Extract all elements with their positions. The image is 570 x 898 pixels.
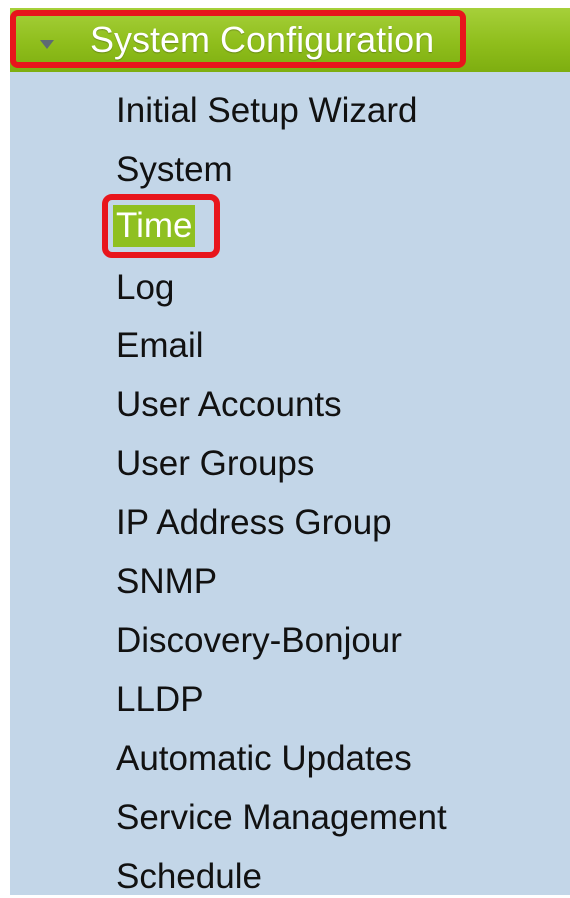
menu-item-automatic-updates[interactable]: Automatic Updates	[116, 738, 412, 780]
menu-item-system[interactable]: System	[116, 149, 233, 191]
caret-down-icon[interactable]	[40, 40, 54, 49]
menu-item-user-groups[interactable]: User Groups	[116, 443, 314, 485]
menu-item-user-accounts[interactable]: User Accounts	[116, 384, 342, 426]
menu-item-ip-address-group[interactable]: IP Address Group	[116, 502, 392, 544]
menu-item-service-management[interactable]: Service Management	[116, 797, 447, 839]
navigation-panel: System Configuration Initial Setup Wizar…	[10, 8, 570, 898]
menu-item-email[interactable]: Email	[116, 325, 204, 367]
menu-item-discovery-bonjour[interactable]: Discovery-Bonjour	[116, 620, 402, 662]
menu-item-log[interactable]: Log	[116, 267, 174, 309]
menu-item-snmp[interactable]: SNMP	[116, 561, 217, 603]
menu-item-schedule[interactable]: Schedule	[116, 856, 262, 898]
menu-item-time[interactable]: Time	[113, 205, 196, 247]
menu-item-initial-setup-wizard[interactable]: Initial Setup Wizard	[116, 90, 418, 132]
section-header-label: System Configuration	[90, 19, 435, 60]
section-header-system-configuration[interactable]: System Configuration	[10, 8, 570, 72]
menu-item-lldp[interactable]: LLDP	[116, 679, 204, 721]
